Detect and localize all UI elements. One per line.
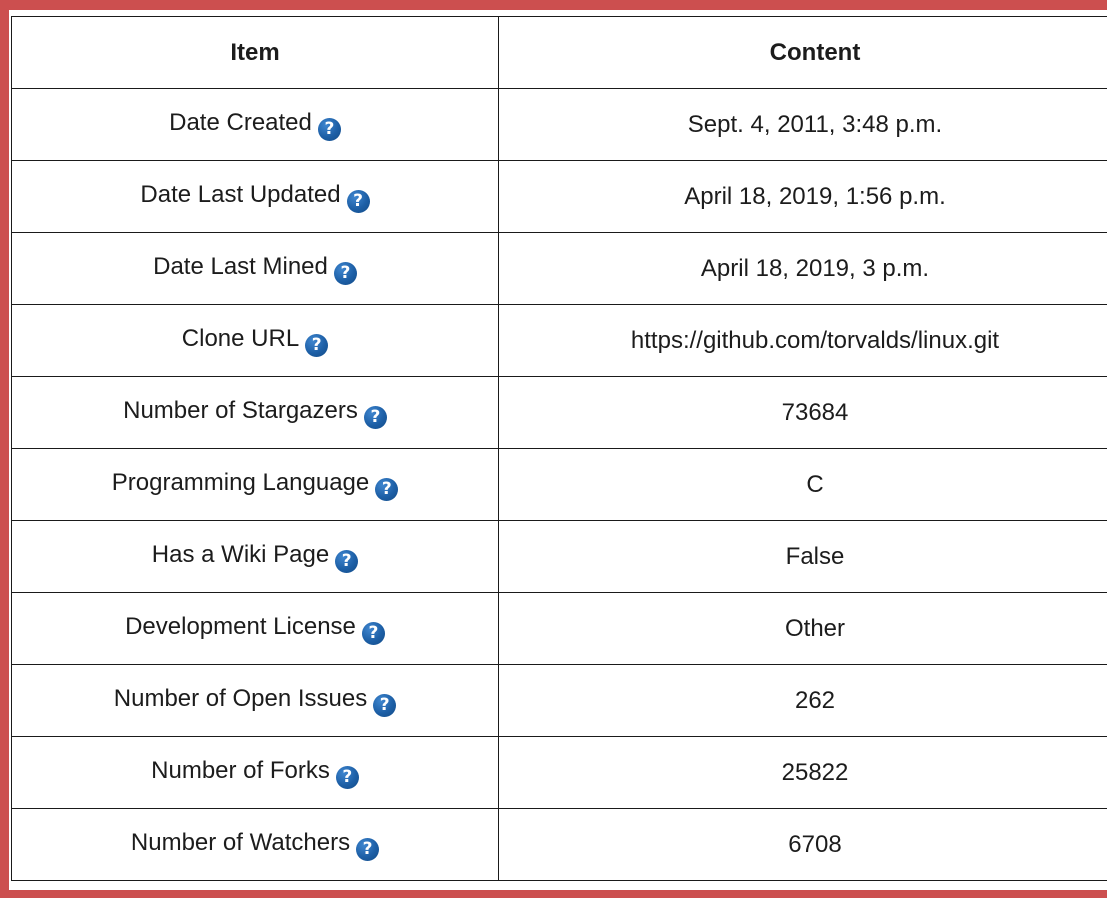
table-row: Clone URL? https://github.com/torvalds/li… <box>11 304 1107 377</box>
item-cell: Number of Stargazers? <box>11 376 499 449</box>
item-label: Number of Open Issues <box>113 684 368 712</box>
table-row: Has a Wiki Page? False <box>11 520 1107 593</box>
help-icon[interactable]: ? <box>335 549 359 573</box>
content-cell: False <box>498 520 1107 593</box>
content-cell: 6708 <box>498 808 1107 881</box>
help-icon[interactable]: ? <box>375 477 399 501</box>
table-body: Date Created? Sept. 4, 2011, 3:48 p.m. Dat… <box>11 88 1107 881</box>
table-row: Number of Open Issues? 262 <box>11 664 1107 737</box>
column-header-content: Content <box>498 16 1107 89</box>
table-row: Programming Language? C <box>11 448 1107 521</box>
item-cell: Number of Open Issues? <box>11 664 499 737</box>
item-cell: Date Created? <box>11 88 499 161</box>
content-cell: April 18, 2019, 1:56 p.m. <box>498 160 1107 233</box>
content-cell: C <box>498 448 1107 521</box>
item-cell: Number of Forks? <box>11 736 499 809</box>
help-icon[interactable]: ? <box>363 405 387 429</box>
item-label: Date Created <box>169 108 312 136</box>
help-icon[interactable]: ? <box>305 333 329 357</box>
item-cell: Development License? <box>11 592 499 665</box>
content-cell: Sept. 4, 2011, 3:48 p.m. <box>498 88 1107 161</box>
table-row: Date Last Updated? April 18, 2019, 1:56 p… <box>11 160 1107 233</box>
info-panel: Item Content Date Created? Sept. 4, 2011,… <box>9 10 1107 890</box>
help-icon[interactable]: ? <box>333 261 357 285</box>
table-row: Development License? Other <box>11 592 1107 665</box>
help-icon[interactable]: ? <box>346 189 370 213</box>
help-icon[interactable]: ? <box>356 837 380 861</box>
table-row: Number of Stargazers? 73684 <box>11 376 1107 449</box>
content-cell: 262 <box>498 664 1107 737</box>
item-cell: Has a Wiki Page? <box>11 520 499 593</box>
help-icon[interactable]: ? <box>373 693 397 717</box>
item-cell: Clone URL? <box>11 304 499 377</box>
content-cell: https://github.com/torvalds/linux.git <box>498 304 1107 377</box>
item-cell: Programming Language? <box>11 448 499 521</box>
item-label: Development License <box>125 612 356 640</box>
item-label: Number of Stargazers <box>123 396 358 424</box>
item-label: Programming Language <box>111 468 370 496</box>
table-row: Number of Forks? 25822 <box>11 736 1107 809</box>
repository-info-table: Item Content Date Created? Sept. 4, 2011,… <box>11 16 1107 881</box>
table-row: Date Last Mined? April 18, 2019, 3 p.m. <box>11 232 1107 305</box>
content-cell: 25822 <box>498 736 1107 809</box>
item-label: Number of Watchers <box>130 828 351 856</box>
item-label: Number of Forks <box>151 756 330 784</box>
item-label: Has a Wiki Page <box>151 540 330 568</box>
item-label: Date Last Mined <box>153 252 328 280</box>
content-cell: Other <box>498 592 1107 665</box>
help-icon[interactable]: ? <box>317 117 341 141</box>
table-row: Number of Watchers? 6708 <box>11 808 1107 881</box>
content-cell: April 18, 2019, 3 p.m. <box>498 232 1107 305</box>
column-header-item: Item <box>11 16 499 89</box>
item-label: Clone URL <box>181 324 300 352</box>
item-cell: Number of Watchers? <box>11 808 499 881</box>
item-cell: Date Last Updated? <box>11 160 499 233</box>
item-cell: Date Last Mined? <box>11 232 499 305</box>
table-row: Date Created? Sept. 4, 2011, 3:48 p.m. <box>11 88 1107 161</box>
help-icon[interactable]: ? <box>335 765 359 789</box>
help-icon[interactable]: ? <box>361 621 385 645</box>
content-cell: 73684 <box>498 376 1107 449</box>
item-label: Date Last Updated <box>140 180 341 208</box>
table-header-row: Item Content <box>11 16 1107 89</box>
